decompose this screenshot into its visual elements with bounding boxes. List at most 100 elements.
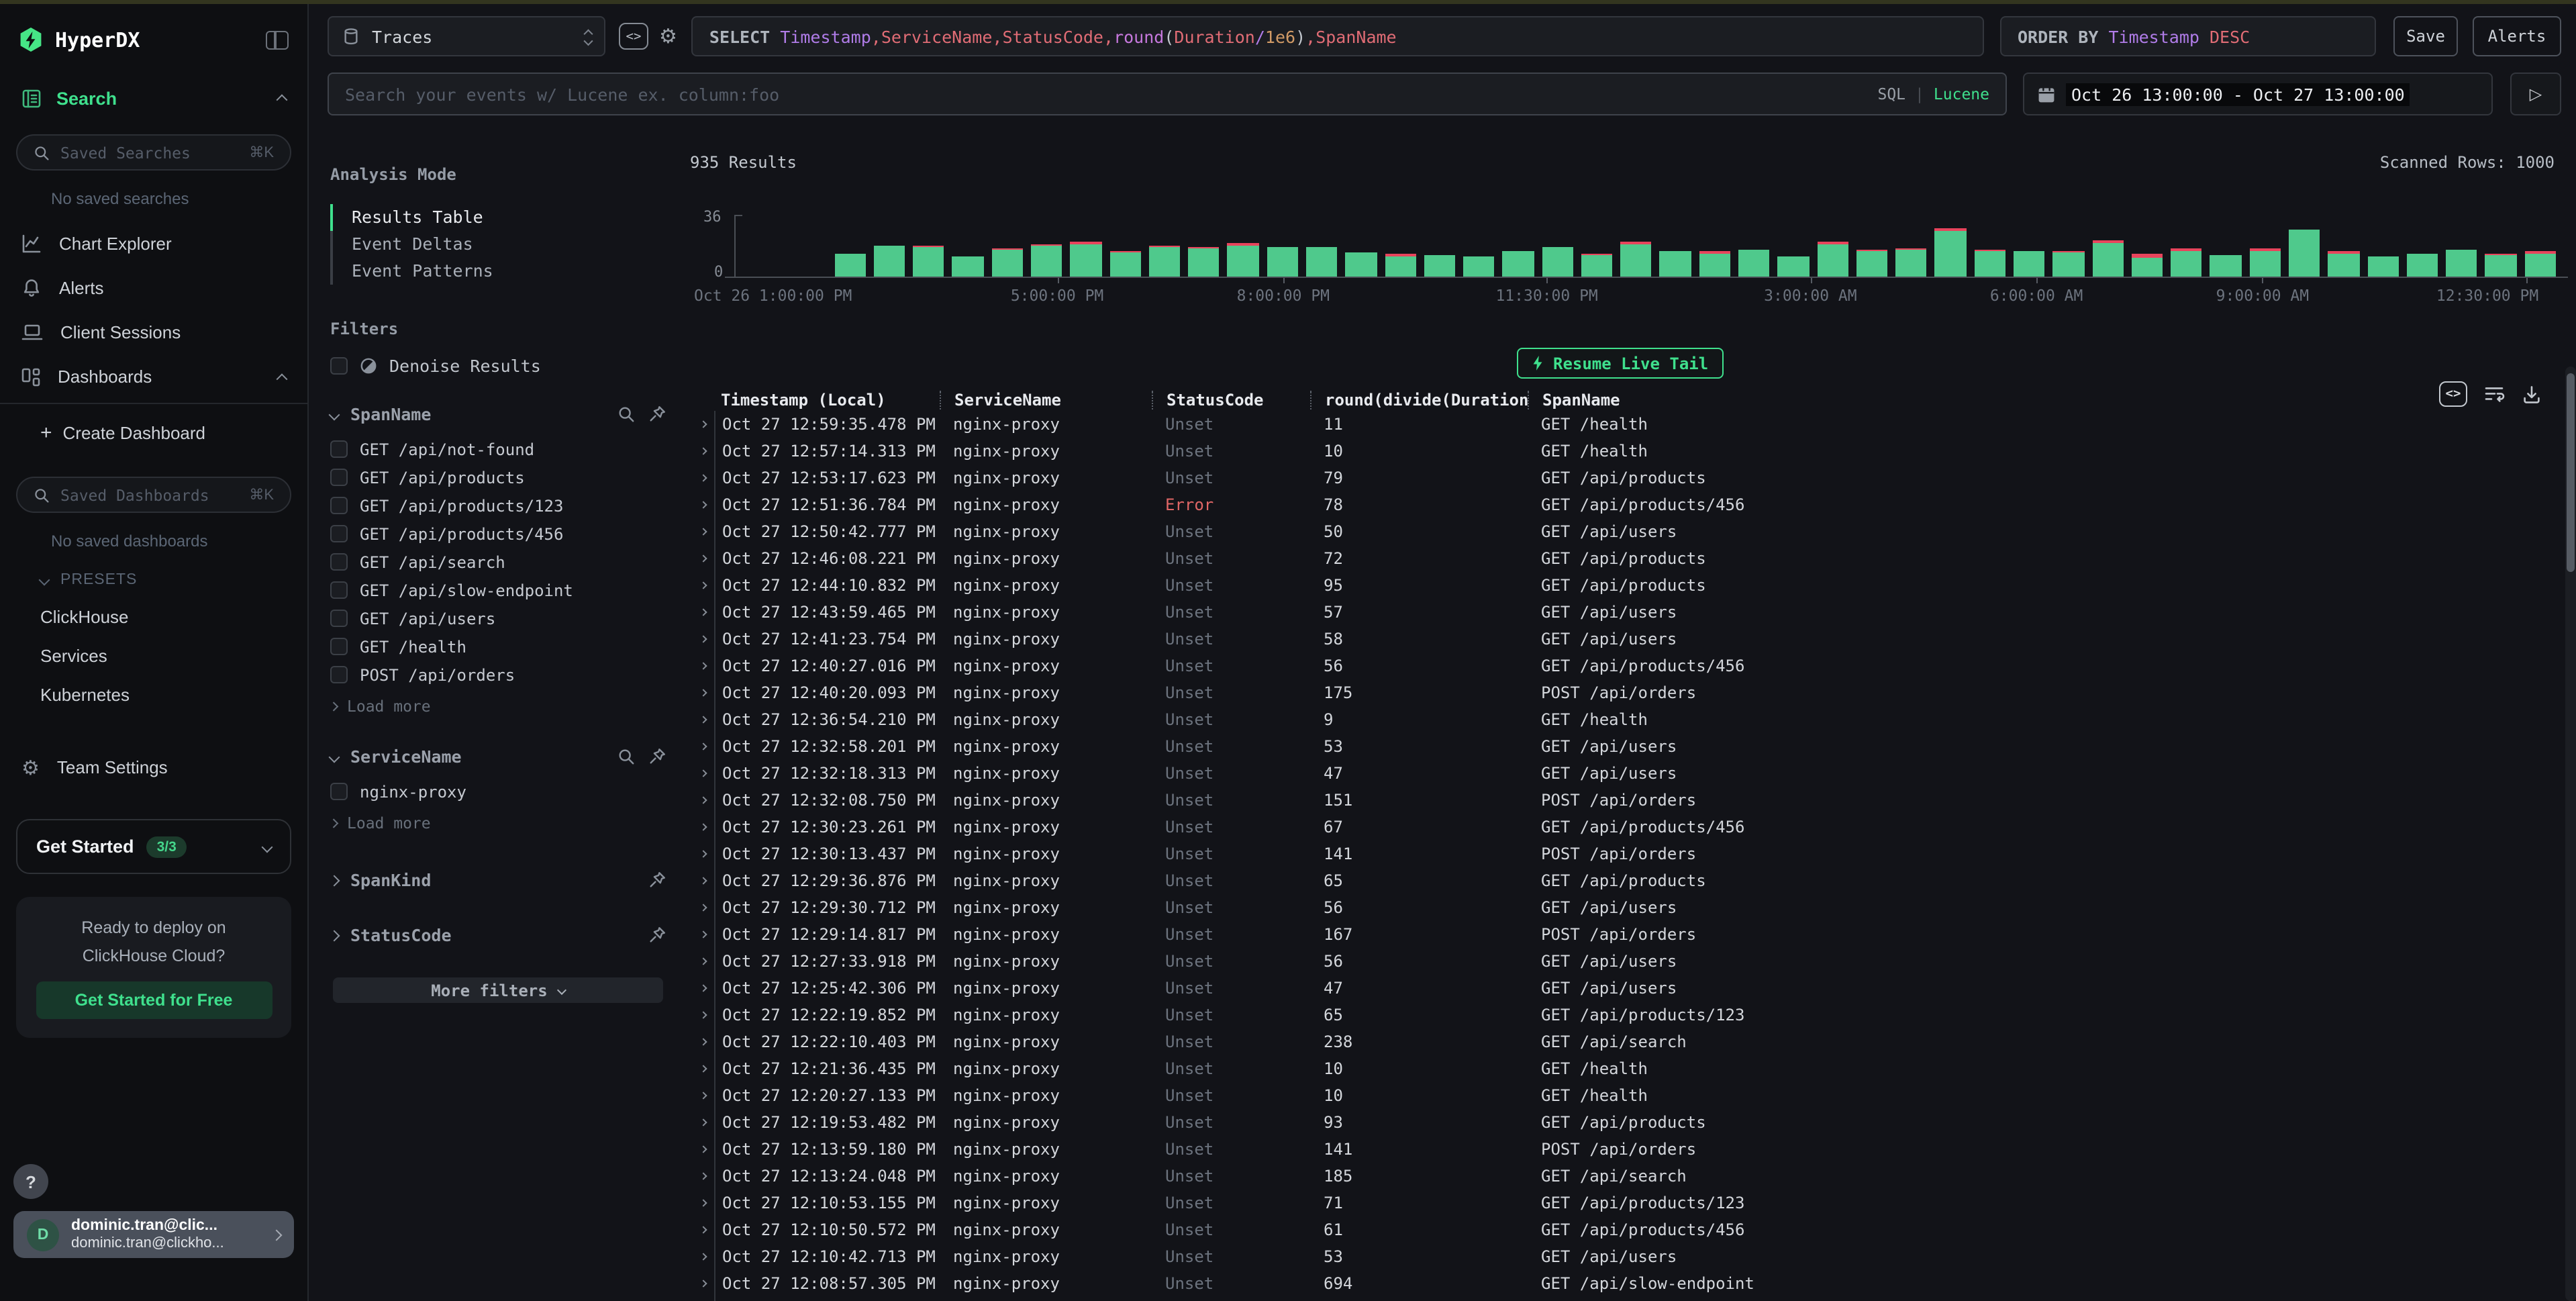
- filter-checkbox-item[interactable]: GET /api/not-found: [330, 435, 666, 463]
- table-row[interactable]: Oct 27 12:57:14.313 PMnginx-proxyUnset10…: [691, 438, 2557, 465]
- sidebar-item-team-settings[interactable]: ⚙ Team Settings: [0, 745, 307, 789]
- row-expand-chevron[interactable]: [691, 1173, 714, 1179]
- table-row[interactable]: Oct 27 12:41:23.754 PMnginx-proxyUnset58…: [691, 626, 2557, 653]
- sidebar-item-search[interactable]: Search: [0, 77, 307, 119]
- row-expand-chevron[interactable]: [691, 959, 714, 964]
- histogram-bar[interactable]: [2210, 215, 2250, 277]
- analysis-mode-option[interactable]: Event Deltas: [330, 231, 666, 258]
- checkbox[interactable]: [330, 783, 348, 800]
- resume-live-tail-button[interactable]: Resume Live Tail: [1517, 348, 1723, 379]
- row-expand-chevron[interactable]: [691, 422, 714, 427]
- histogram-bar[interactable]: [795, 215, 835, 277]
- checkbox[interactable]: [330, 610, 348, 627]
- histogram-bar[interactable]: [1778, 215, 1818, 277]
- row-expand-chevron[interactable]: [691, 583, 714, 588]
- histogram-bar[interactable]: [2092, 215, 2132, 277]
- scrollbar-thumb[interactable]: [2567, 373, 2575, 572]
- row-expand-chevron[interactable]: [691, 905, 714, 910]
- lucene-toggle[interactable]: Lucene: [1934, 85, 1989, 103]
- histogram-bar[interactable]: [2328, 215, 2368, 277]
- histogram-bar[interactable]: [2407, 215, 2446, 277]
- histogram-bar[interactable]: [2485, 215, 2525, 277]
- row-expand-chevron[interactable]: [691, 529, 714, 534]
- filter-checkbox-item[interactable]: GET /api/search: [330, 548, 666, 576]
- table-row[interactable]: Oct 27 12:10:50.572 PMnginx-proxyUnset61…: [691, 1216, 2557, 1243]
- table-row[interactable]: Oct 27 12:59:35.478 PMnginx-proxyUnset11…: [691, 411, 2557, 438]
- column-header-servicename[interactable]: ServiceName: [940, 390, 1152, 409]
- filter-group-servicename[interactable]: ServiceName: [330, 746, 666, 767]
- filter-checkbox-item[interactable]: POST /api/orders: [330, 661, 666, 689]
- histogram-bar[interactable]: [1620, 215, 1660, 277]
- checkbox[interactable]: [330, 666, 348, 683]
- table-row[interactable]: Oct 27 12:30:13.437 PMnginx-proxyUnset14…: [691, 840, 2557, 867]
- filter-group-spankind[interactable]: SpanKind: [330, 870, 666, 890]
- chevron-right-icon[interactable]: [329, 930, 340, 941]
- histogram-bar[interactable]: [1306, 215, 1346, 277]
- histogram-bar[interactable]: [1974, 215, 2014, 277]
- app-logo[interactable]: HyperDX: [19, 27, 140, 54]
- checkbox[interactable]: [330, 440, 348, 458]
- table-row[interactable]: Oct 27 12:27:33.918 PMnginx-proxyUnset56…: [691, 948, 2557, 975]
- row-expand-chevron[interactable]: [691, 1200, 714, 1206]
- table-row[interactable]: Oct 27 12:13:24.048 PMnginx-proxyUnset18…: [691, 1163, 2557, 1190]
- analysis-mode-option[interactable]: Results Table: [330, 204, 666, 231]
- load-more-servicename[interactable]: Load more: [330, 811, 666, 835]
- denoise-results-toggle[interactable]: Denoise Results: [330, 356, 666, 376]
- histogram-bar[interactable]: [1424, 215, 1464, 277]
- histogram-bar[interactable]: [2446, 215, 2485, 277]
- histogram-bar[interactable]: [1856, 215, 1896, 277]
- histogram-bar[interactable]: [1660, 215, 1699, 277]
- source-select[interactable]: Traces: [328, 16, 605, 56]
- table-row[interactable]: Oct 27 12:30:23.261 PMnginx-proxyUnset67…: [691, 814, 2557, 840]
- row-expand-chevron[interactable]: [691, 1147, 714, 1152]
- filter-checkbox-item[interactable]: GET /api/products/456: [330, 520, 666, 548]
- table-row[interactable]: Oct 27 12:22:19.852 PMnginx-proxyUnset65…: [691, 1002, 2557, 1028]
- chevron-up-icon[interactable]: [277, 94, 288, 105]
- histogram-bar[interactable]: [2171, 215, 2210, 277]
- gear-icon[interactable]: ⚙: [659, 24, 677, 48]
- row-expand-chevron[interactable]: [691, 1039, 714, 1045]
- table-row[interactable]: Oct 27 12:10:42.713 PMnginx-proxyUnset53…: [691, 1243, 2557, 1270]
- checkbox[interactable]: [330, 525, 348, 542]
- date-range-picker[interactable]: Oct 26 13:00:00 - Oct 27 13:00:00: [2023, 73, 2493, 115]
- table-row[interactable]: Oct 27 12:29:14.817 PMnginx-proxyUnset16…: [691, 921, 2557, 948]
- search-input[interactable]: [345, 84, 1877, 104]
- query-language-toggle[interactable]: SQL | Lucene: [1877, 85, 1989, 103]
- row-expand-chevron[interactable]: [691, 878, 714, 883]
- table-row[interactable]: Oct 27 12:08:57.305 PMnginx-proxyUnset69…: [691, 1270, 2557, 1297]
- row-expand-chevron[interactable]: [691, 1120, 714, 1125]
- row-expand-chevron[interactable]: [691, 744, 714, 749]
- get-started-free-button[interactable]: Get Started for Free: [36, 981, 272, 1019]
- column-header-spanname[interactable]: SpanName: [1528, 390, 2557, 409]
- pin-icon[interactable]: [648, 871, 666, 889]
- chevron-down-icon[interactable]: [262, 841, 273, 853]
- histogram-bar[interactable]: [874, 215, 913, 277]
- sidebar-item-services[interactable]: Services: [0, 646, 307, 666]
- sql-toggle[interactable]: SQL: [1877, 85, 1905, 103]
- more-filters-button[interactable]: More filters: [333, 977, 663, 1003]
- histogram-bar[interactable]: [1149, 215, 1189, 277]
- histogram-bar[interactable]: [1109, 215, 1149, 277]
- histogram-bar[interactable]: [1071, 215, 1110, 277]
- histogram-bar[interactable]: [2014, 215, 2053, 277]
- histogram-bar[interactable]: [2132, 215, 2171, 277]
- search-icon[interactable]: [617, 748, 635, 765]
- table-row[interactable]: Oct 27 12:43:59.465 PMnginx-proxyUnset57…: [691, 599, 2557, 626]
- chevron-down-icon[interactable]: [329, 409, 340, 420]
- get-started-accordion[interactable]: Get Started 3/3: [16, 819, 291, 874]
- chevron-down-icon[interactable]: [329, 751, 340, 763]
- row-expand-chevron[interactable]: [691, 475, 714, 481]
- pin-icon[interactable]: [648, 748, 666, 765]
- table-row[interactable]: Oct 27 12:21:36.435 PMnginx-proxyUnset10…: [691, 1055, 2557, 1082]
- row-expand-chevron[interactable]: [691, 1066, 714, 1071]
- saved-dashboards-input[interactable]: Saved Dashboards ⌘K: [16, 477, 291, 513]
- create-dashboard-button[interactable]: + Create Dashboard: [0, 412, 307, 452]
- table-row[interactable]: Oct 27 12:32:08.750 PMnginx-proxyUnset15…: [691, 787, 2557, 814]
- row-expand-chevron[interactable]: [691, 663, 714, 669]
- sidebar-item-kubernetes[interactable]: Kubernetes: [0, 685, 307, 705]
- row-expand-chevron[interactable]: [691, 502, 714, 508]
- chevron-right-icon[interactable]: [329, 875, 340, 886]
- histogram-bar[interactable]: [2289, 215, 2328, 277]
- orderby-expression-input[interactable]: ORDER BY Timestamp DESC: [2000, 16, 2376, 56]
- events-histogram[interactable]: 36 0 Oct 26 1:00:00 PM5:00:00 PM8:00:00 …: [685, 215, 2568, 277]
